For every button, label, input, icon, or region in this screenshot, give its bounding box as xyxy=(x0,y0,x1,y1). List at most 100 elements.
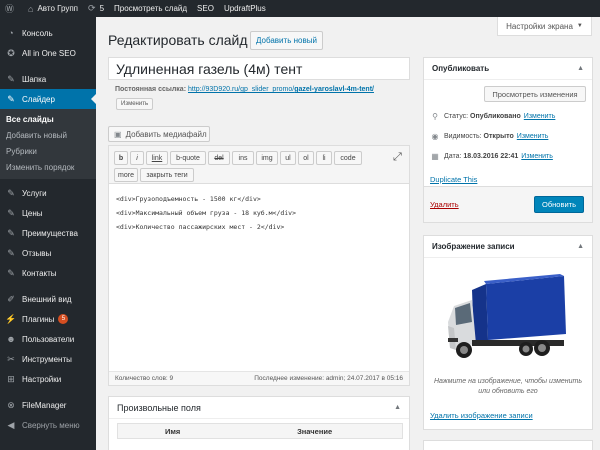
site-name-link[interactable]: ⌂ Авто Групп xyxy=(23,0,83,17)
collapse-menu-button[interactable]: ◀ Свернуть меню xyxy=(0,415,96,435)
tools-icon: ✂ xyxy=(7,353,15,364)
sidebar-item-contacts[interactable]: ✎ Контакты xyxy=(0,263,96,283)
add-media-button[interactable]: ▣ Добавить медиафайл xyxy=(108,126,210,142)
slider-icon: ✎ xyxy=(7,93,15,104)
status-row: ⚲ Статус: Опубликовано Изменить xyxy=(430,112,555,121)
plugins-update-badge: 5 xyxy=(58,314,69,324)
col-value: Значение xyxy=(297,426,333,436)
toggle-arrow-icon[interactable]: ▲ xyxy=(577,243,584,250)
custom-fields-box: Произвольные поля ▲ Имя Значение xyxy=(108,396,410,450)
sidebar-item-plugins[interactable]: ⚡ Плагины 5 xyxy=(0,309,96,329)
qt-code-button[interactable]: code xyxy=(334,151,362,165)
edit-date-link[interactable]: Изменить xyxy=(521,153,553,160)
permalink-label: Постоянная ссылка: xyxy=(115,86,187,93)
code-line: <div>Максимальный объем груза - 18 куб.м… xyxy=(116,209,297,217)
qt-blockquote-button[interactable]: b-quote xyxy=(170,151,206,165)
appearance-icon: ✐ xyxy=(7,293,15,304)
calendar-icon: ▦ xyxy=(431,152,439,161)
screen-options-button[interactable]: Настройки экрана ▼ xyxy=(497,17,592,36)
featured-image-hint: Нажмите на изображение, чтобы изменить и… xyxy=(433,378,583,395)
content-editor: b i link b-quote del ins img ul ol li co… xyxy=(108,145,410,386)
editor-textarea[interactable]: <div>Грузоподъемность - 1500 кг</div> <di… xyxy=(109,184,409,242)
visibility-row: ◉ Видимость: Открыто Изменить xyxy=(431,132,549,141)
qt-bold-button[interactable]: b xyxy=(114,151,128,165)
editor-status-bar: Количество слов: 9 Последнее изменение: … xyxy=(109,371,409,385)
submenu-order[interactable]: Изменить порядок xyxy=(0,160,96,176)
admin-bar: Ⓦ ⌂ Авто Групп ⟳ 5 Просмотреть слайд SEO U… xyxy=(0,0,600,17)
qt-link-button[interactable]: link xyxy=(146,151,168,165)
add-new-button[interactable]: Добавить новый xyxy=(250,31,323,50)
qt-img-button[interactable]: img xyxy=(256,151,278,165)
qt-italic-button[interactable]: i xyxy=(130,151,144,165)
edit-visibility-link[interactable]: Изменить xyxy=(517,133,549,140)
permalink-link[interactable]: http://93D920.ru/gp_slider_promo/gazel-y… xyxy=(188,86,374,93)
filemanager-icon: ⊗ xyxy=(7,399,15,410)
media-icon: ▣ xyxy=(114,129,122,139)
sidebar-item-tools[interactable]: ✂ Инструменты xyxy=(0,349,96,369)
sidebar-item-services[interactable]: ✎ Услуги xyxy=(0,183,96,203)
last-edit: Последнее изменение: admin; 24.07.2017 в… xyxy=(254,375,403,382)
preview-changes-button[interactable]: Просмотреть изменения xyxy=(484,86,586,102)
admin-sidebar: ◔ Консоль ✪ All in One SEO ✎ Шапка ✎ Слайдер… xyxy=(0,17,96,450)
users-icon: ☻ xyxy=(6,334,16,344)
qt-close-tags-button[interactable]: закрыть теги xyxy=(140,168,194,182)
toggle-arrow-icon[interactable]: ▲ xyxy=(577,65,584,72)
sidebar-item-header[interactable]: ✎ Шапка xyxy=(0,69,96,89)
sidebar-item-slider[interactable]: ✎ Слайдер xyxy=(0,89,96,109)
edit-status-link[interactable]: Изменить xyxy=(524,113,556,120)
custom-fields-header[interactable]: Произвольные поля ▲ xyxy=(109,397,409,419)
remove-featured-image-link[interactable]: Удалить изображение записи xyxy=(430,411,533,420)
publish-actions: Удалить Обновить xyxy=(424,186,592,222)
sidebar-item-advantages[interactable]: ✎ Преимущества xyxy=(0,223,96,243)
sidebar-item-settings[interactable]: ⊞ Настройки xyxy=(0,369,96,389)
qt-ul-button[interactable]: ul xyxy=(280,151,296,165)
seo-icon: ✪ xyxy=(7,47,15,58)
refresh-icon: ⟳ xyxy=(88,3,96,13)
featured-image[interactable] xyxy=(442,270,572,370)
permalink: Постоянная ссылка: http://93D920.ru/gp_s… xyxy=(115,86,374,93)
sidebar-item-dashboard[interactable]: ◔ Консоль xyxy=(0,23,96,43)
updraft-link[interactable]: UpdraftPlus xyxy=(219,0,271,17)
settings-icon: ⊞ xyxy=(7,373,15,384)
wordpress-logo[interactable]: Ⓦ xyxy=(0,0,23,17)
sidebar-item-prices[interactable]: ✎ Цены xyxy=(0,203,96,223)
trash-link[interactable]: Удалить xyxy=(430,200,459,209)
qt-del-button[interactable]: del xyxy=(208,151,230,165)
sidebar-item-reviews[interactable]: ✎ Отзывы xyxy=(0,243,96,263)
word-count: Количество слов: 9 xyxy=(115,375,174,382)
chevron-down-icon: ▼ xyxy=(576,23,583,29)
qt-li-button[interactable]: li xyxy=(316,151,332,165)
submenu-all-slides[interactable]: Все слайды xyxy=(0,112,96,128)
custom-fields-table-header: Имя Значение xyxy=(117,423,403,439)
pin-icon: ✎ xyxy=(7,267,15,278)
seo-link[interactable]: SEO xyxy=(192,0,219,17)
home-icon: ⌂ xyxy=(28,3,34,14)
pin-icon: ✎ xyxy=(7,207,15,218)
code-line: <div>Количество пассажирских мест - 2</d… xyxy=(116,223,285,231)
qt-more-button[interactable]: more xyxy=(114,168,138,182)
fullscreen-icon[interactable]: ⤢ xyxy=(393,151,402,164)
duplicate-link[interactable]: Duplicate This xyxy=(430,175,477,184)
update-button[interactable]: Обновить xyxy=(534,196,584,213)
qt-ins-button[interactable]: ins xyxy=(232,151,254,165)
submenu-add-new[interactable]: Добавить новый xyxy=(0,128,96,144)
wordpress-icon: Ⓦ xyxy=(5,4,15,14)
publish-box-header[interactable]: Опубликовать ▲ xyxy=(424,58,592,80)
edit-slug-button[interactable]: Изменить xyxy=(116,98,154,110)
featured-image-box: Изображение записи ▲ Нажмите на изображе… xyxy=(423,235,593,430)
sidebar-item-seo[interactable]: ✪ All in One SEO xyxy=(0,43,96,63)
post-title-input[interactable]: Удлиненная газель (4м) тент xyxy=(108,57,410,80)
toggle-arrow-icon[interactable]: ▲ xyxy=(394,404,401,411)
sidebar-box xyxy=(423,440,593,450)
sidebar-item-users[interactable]: ☻ Пользователи xyxy=(0,329,96,349)
page-title: Редактировать слайд xyxy=(108,32,248,48)
publish-box: Опубликовать ▲ Просмотреть изменения ⚲ С… xyxy=(423,57,593,223)
code-line: <div>Грузоподъемность - 1500 кг</div> xyxy=(116,195,261,203)
submenu-categories[interactable]: Рубрики xyxy=(0,144,96,160)
sidebar-item-filemanager[interactable]: ⊗ FileManager xyxy=(0,395,96,415)
view-slide-link[interactable]: Просмотреть слайд xyxy=(109,0,192,17)
qt-ol-button[interactable]: ol xyxy=(298,151,314,165)
featured-image-header[interactable]: Изображение записи ▲ xyxy=(424,236,592,258)
updates-link[interactable]: ⟳ 5 xyxy=(83,0,109,17)
sidebar-item-appearance[interactable]: ✐ Внешний вид xyxy=(0,289,96,309)
